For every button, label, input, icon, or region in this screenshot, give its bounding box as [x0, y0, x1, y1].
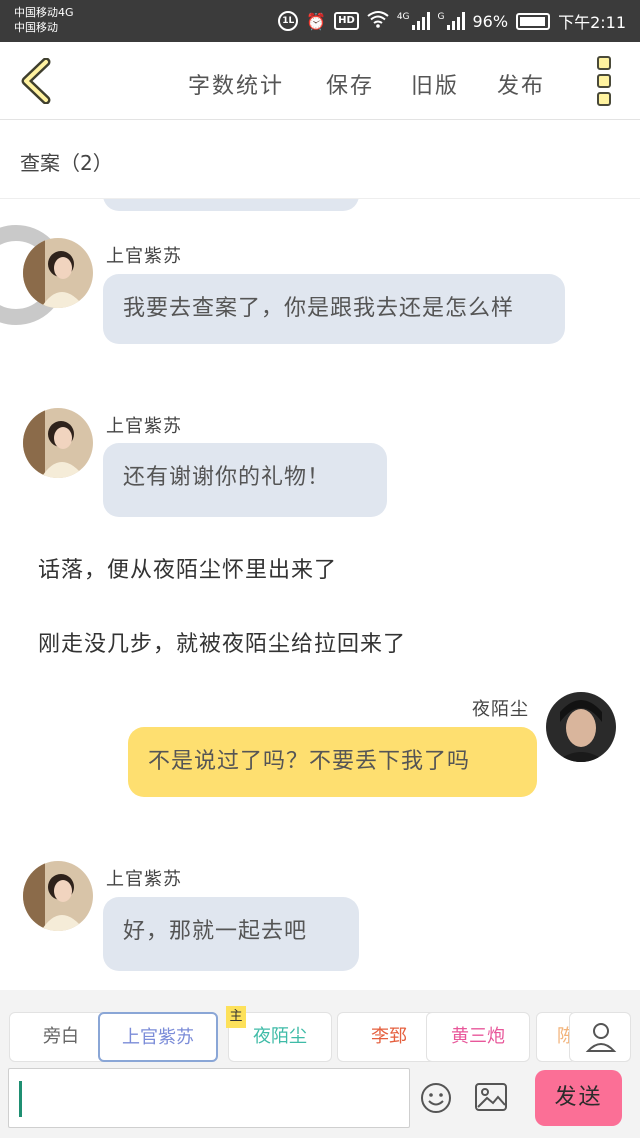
avatar-shangguan[interactable] — [23, 238, 93, 308]
status-bar: 中国移动4G 中国移动 1L ⏰ HD 4G G 96% 下午2:11 — [0, 0, 640, 42]
message-bubble[interactable]: 还有谢谢你的礼物！ — [103, 443, 387, 517]
signal-icon-2: G — [438, 12, 465, 30]
avatar-shangguan[interactable] — [23, 861, 93, 931]
save-button[interactable]: 保存 — [326, 68, 374, 100]
carrier-line-2: 中国移动 — [14, 21, 58, 34]
back-button[interactable] — [18, 57, 52, 105]
message-bubble-partial[interactable] — [103, 199, 359, 211]
more-vertical-icon[interactable] — [597, 56, 611, 106]
battery-icon — [516, 12, 551, 30]
alarm-icon: ⏰ — [306, 11, 327, 31]
wifi-icon — [367, 10, 389, 32]
editor-toolbar: 字数统计 保存 旧版 发布 — [0, 42, 640, 120]
old-version-button[interactable]: 旧版 — [411, 68, 459, 100]
avatar-ye-mochen[interactable] — [546, 692, 616, 762]
battery-percent: 96% — [472, 11, 509, 31]
text-caret — [19, 1081, 22, 1117]
carrier-line-1: 中国移动4G — [14, 6, 74, 19]
chevron-left-icon — [21, 57, 51, 105]
host-badge: 主 — [226, 1006, 246, 1028]
sender-name: 上官紫苏 — [106, 246, 182, 267]
role-manage-button[interactable] — [569, 1012, 631, 1062]
message-bubble-own[interactable]: 不是说过了吗？不要丢下我了吗 — [128, 727, 537, 797]
send-button[interactable]: 发送 — [535, 1070, 622, 1126]
role-huang-sanpao[interactable]: 黄三炮 — [426, 1012, 530, 1062]
chapter-title[interactable]: 查案（2） — [20, 147, 113, 176]
user-icon — [585, 1023, 617, 1052]
image-icon[interactable] — [474, 1082, 508, 1112]
role-selector: 旁白 上官紫苏 夜陌尘 主 李郅 黄三炮 陈 — [0, 990, 640, 1064]
message-input[interactable] — [8, 1068, 410, 1128]
input-bar: 发送 — [0, 1064, 640, 1138]
chapter-header: 查案（2） — [0, 121, 640, 199]
sender-name: 上官紫苏 — [106, 869, 182, 890]
narration-text[interactable]: 话落，便从夜陌尘怀里出来了 — [38, 552, 337, 584]
message-bubble[interactable]: 我要去查案了，你是跟我去还是怎么样 — [103, 274, 565, 344]
network-type-2: G — [437, 12, 445, 22]
message-bubble[interactable]: 好，那就一起去吧 — [103, 897, 359, 971]
sender-name: 上官紫苏 — [106, 416, 182, 437]
network-type-1: 4G — [396, 12, 410, 22]
hd-voice-icon: 1L — [278, 11, 299, 31]
signal-icon: 4G — [397, 12, 430, 30]
carrier-info: 中国移动4G 中国移动 — [14, 5, 74, 35]
avatar-shangguan[interactable] — [23, 408, 93, 478]
narration-text[interactable]: 刚走没几步，就被夜陌尘给拉回来了 — [38, 626, 406, 658]
word-count-button[interactable]: 字数统计 — [188, 68, 284, 100]
role-shangguan[interactable]: 上官紫苏 — [98, 1012, 218, 1062]
clock: 下午2:11 — [558, 13, 626, 32]
chat-area[interactable]: 上官紫苏 我要去查案了，你是跟我去还是怎么样 上官紫苏 还有谢谢你的礼物！ 话落… — [0, 199, 640, 990]
publish-button[interactable]: 发布 — [497, 68, 545, 100]
status-icons: 1L ⏰ HD 4G G 96% 下午2:11 — [278, 9, 626, 33]
emoji-icon[interactable] — [420, 1082, 452, 1114]
hd-icon: HD — [334, 12, 359, 30]
sender-name: 夜陌尘 — [472, 699, 529, 720]
